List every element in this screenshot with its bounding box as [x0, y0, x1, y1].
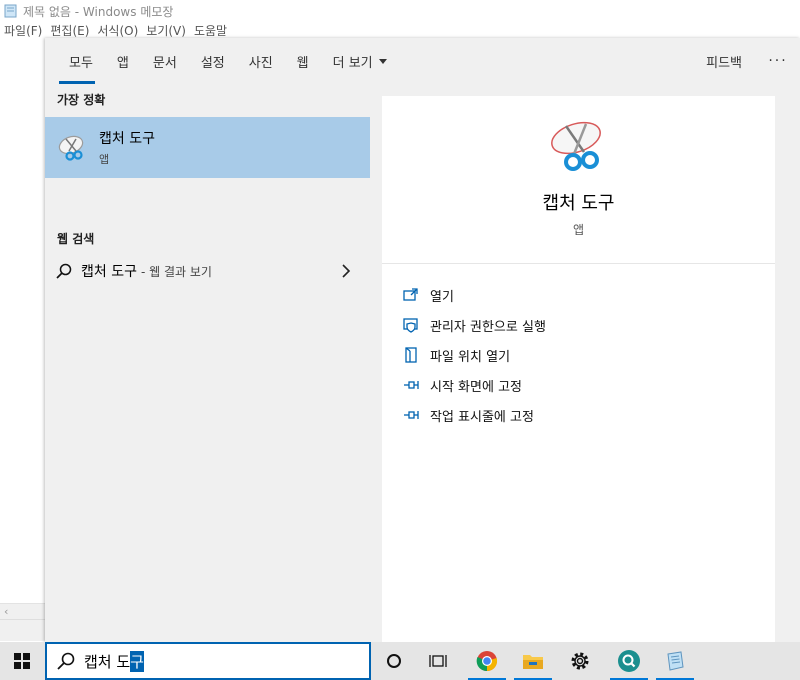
detail-app-type: 앱	[572, 223, 585, 237]
notepad-taskbar-button[interactable]	[652, 642, 698, 680]
web-search-suffix: - 웹 결과 보기	[140, 264, 212, 279]
scroll-left-icon[interactable]: ‹	[4, 605, 8, 618]
action-open-file-location-label: 파일 위치 열기	[430, 349, 511, 365]
action-pin-to-taskbar[interactable]: 작업 표시줄에 고정	[382, 400, 775, 430]
windows-start-icon	[14, 653, 30, 669]
tab-settings-label: 설정	[200, 55, 225, 71]
file-explorer-icon	[523, 655, 543, 669]
notepad-icon	[667, 651, 684, 671]
admin-shield-icon	[403, 318, 418, 333]
chrome-taskbar-button[interactable]	[464, 642, 510, 680]
start-button[interactable]	[0, 642, 44, 680]
settings-icon	[571, 652, 589, 670]
cortana-icon	[387, 654, 401, 668]
results-list: 가장 정확 캡처 도구 앱 웹 검색 캡처 도구 - 웹 결과 보기	[45, 84, 370, 642]
best-match-name: 캡처 도구	[99, 131, 155, 147]
tab-settings[interactable]: 설정	[189, 38, 237, 84]
open-icon	[403, 288, 418, 301]
web-search-item[interactable]: 캡처 도구 - 웹 결과 보기	[45, 257, 370, 285]
search-icon	[57, 652, 75, 670]
taskbar-search-box[interactable]: 캡처 도구	[45, 642, 371, 680]
task-view-button[interactable]	[415, 642, 461, 680]
pin-icon	[404, 411, 419, 419]
tab-apps-label: 앱	[116, 55, 129, 71]
tab-apps[interactable]: 앱	[105, 38, 141, 84]
search-panel: 모두 앱 문서 설정 사진 웹 더 보기 피드백 ··· 가장 정확 캡처 도구…	[45, 38, 800, 642]
action-open-label: 열기	[430, 289, 454, 305]
best-match-type: 앱	[99, 153, 110, 166]
tab-documents-label: 문서	[152, 55, 177, 71]
tab-web[interactable]: 웹	[285, 38, 321, 84]
task-view-icon	[429, 655, 447, 667]
action-pin-to-taskbar-label: 작업 표시줄에 고정	[430, 409, 534, 425]
feedback-button[interactable]: 피드백	[692, 38, 756, 84]
web-search-header: 웹 검색	[57, 231, 95, 246]
tab-photos-label: 사진	[248, 55, 273, 71]
detail-pane: 캡처 도구 앱 열기 관리자 권한으로 실행 파일 위치 열기 시작 화면에 고…	[382, 96, 775, 642]
tab-web-label: 웹	[296, 55, 309, 71]
more-options-button[interactable]: ···	[756, 38, 800, 84]
search-filter-bar: 모두 앱 문서 설정 사진 웹 더 보기 피드백 ···	[45, 38, 800, 84]
tab-all-label: 모두	[69, 55, 93, 71]
detail-hero: 캡처 도구 앱	[382, 96, 775, 264]
action-open-file-location[interactable]: 파일 위치 열기	[382, 340, 775, 370]
search-icon	[56, 263, 72, 279]
tab-photos[interactable]: 사진	[237, 38, 285, 84]
notepad-titlebar: 제목 없음 - Windows 메모장	[0, 0, 800, 22]
best-match-header: 가장 정확	[57, 92, 106, 107]
chrome-icon	[476, 651, 498, 672]
taskbar: 캡처 도구	[0, 642, 800, 680]
search-input-text[interactable]: 캡처 도	[84, 651, 130, 672]
action-pin-to-start-label: 시작 화면에 고정	[430, 379, 522, 395]
notepad-icon	[4, 4, 17, 18]
action-pin-to-start[interactable]: 시작 화면에 고정	[382, 370, 775, 400]
search-app-taskbar-button[interactable]	[606, 642, 652, 680]
search-app-icon	[618, 650, 640, 672]
snipping-tool-icon	[58, 135, 84, 161]
tab-all[interactable]: 모두	[45, 38, 105, 84]
best-match-item[interactable]: 캡처 도구 앱	[45, 117, 370, 178]
pin-icon	[404, 381, 419, 389]
more-options-icon: ···	[768, 53, 788, 69]
feedback-label: 피드백	[706, 55, 742, 71]
snipping-tool-large-icon	[550, 121, 601, 171]
settings-taskbar-button[interactable]	[557, 642, 603, 680]
file-location-icon	[405, 347, 417, 363]
tab-more-label: 더 보기	[332, 55, 373, 71]
menu-file[interactable]: 파일(F)	[4, 22, 42, 40]
file-explorer-taskbar-button[interactable]	[510, 642, 556, 680]
tab-more[interactable]: 더 보기	[321, 38, 399, 84]
action-run-as-admin[interactable]: 관리자 권한으로 실행	[382, 310, 775, 340]
cortana-button[interactable]	[371, 642, 417, 680]
chevron-down-icon	[378, 58, 387, 64]
action-list: 열기 관리자 권한으로 실행 파일 위치 열기 시작 화면에 고정 작업 표시줄…	[382, 264, 775, 430]
search-input-selected-text[interactable]: 구	[130, 650, 144, 672]
notepad-title: 제목 없음 - Windows 메모장	[23, 4, 174, 19]
web-search-query: 캡처 도구	[81, 264, 137, 280]
detail-app-name: 캡처 도구	[542, 193, 615, 214]
action-open[interactable]: 열기	[382, 280, 775, 310]
action-run-as-admin-label: 관리자 권한으로 실행	[430, 319, 546, 335]
chevron-right-icon[interactable]	[338, 263, 354, 279]
tab-documents[interactable]: 문서	[141, 38, 189, 84]
